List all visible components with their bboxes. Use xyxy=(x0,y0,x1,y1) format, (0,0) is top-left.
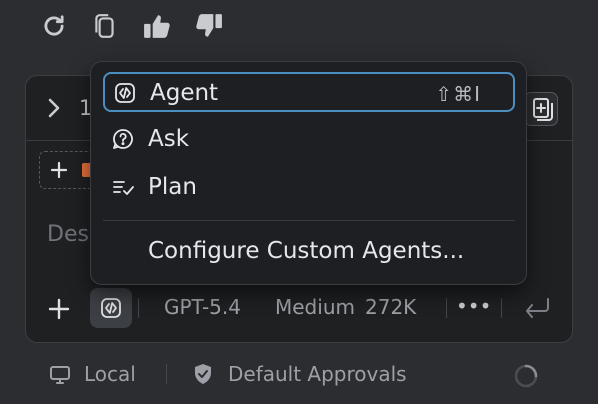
menu-item-label: Plan xyxy=(148,174,197,200)
input-toolbar: GPT-5.4 Medium 272K ••• xyxy=(26,288,572,328)
reasoning-level[interactable]: Medium xyxy=(275,295,355,319)
mode-dropdown-menu: Agent ⇧⌘I Ask Plan Configure Custom Agen… xyxy=(90,61,527,285)
mode-selector-button[interactable] xyxy=(90,288,132,328)
keyboard-shortcut: ⇧⌘I xyxy=(435,82,481,106)
prompt-input-placeholder[interactable]: Des xyxy=(47,222,89,247)
monitor-icon xyxy=(48,363,72,387)
model-selector[interactable]: GPT-5.4 xyxy=(164,295,241,319)
copy-icon[interactable] xyxy=(91,12,119,40)
approvals-selector[interactable]: Default Approvals xyxy=(228,362,407,386)
menu-item-plan[interactable]: Plan xyxy=(103,168,515,208)
status-bar: Local Default Approvals xyxy=(0,354,598,394)
thumbs-down-icon[interactable] xyxy=(195,12,223,40)
environment-selector[interactable]: Local xyxy=(84,362,136,386)
agent-icon xyxy=(114,82,136,104)
send-return-icon[interactable] xyxy=(522,296,552,320)
configure-custom-agents-item[interactable]: Configure Custom Agents... xyxy=(148,238,464,264)
menu-item-label: Agent xyxy=(150,80,219,106)
refresh-icon[interactable] xyxy=(40,12,68,40)
plus-icon xyxy=(49,160,69,180)
toolbar-divider xyxy=(501,298,502,318)
menu-item-ask[interactable]: Ask xyxy=(103,120,515,160)
add-plus-icon[interactable] xyxy=(48,298,70,320)
new-chat-button[interactable] xyxy=(524,92,558,126)
toolbar-divider xyxy=(138,298,139,318)
plan-checklist-icon xyxy=(112,176,134,198)
more-options-button[interactable]: ••• xyxy=(456,294,491,318)
shield-check-icon xyxy=(191,362,215,386)
context-size: 272K xyxy=(365,295,417,319)
menu-item-label: Ask xyxy=(148,126,190,152)
status-divider xyxy=(166,364,167,384)
toolbar-divider xyxy=(446,298,447,318)
thumbs-up-icon[interactable] xyxy=(143,12,171,40)
menu-item-agent[interactable]: Agent ⇧⌘I xyxy=(103,72,515,112)
loading-spinner-icon xyxy=(512,362,540,390)
menu-divider xyxy=(103,220,515,221)
ask-question-icon xyxy=(112,128,134,150)
agent-icon xyxy=(100,297,122,319)
chevron-right-icon[interactable] xyxy=(44,96,64,120)
